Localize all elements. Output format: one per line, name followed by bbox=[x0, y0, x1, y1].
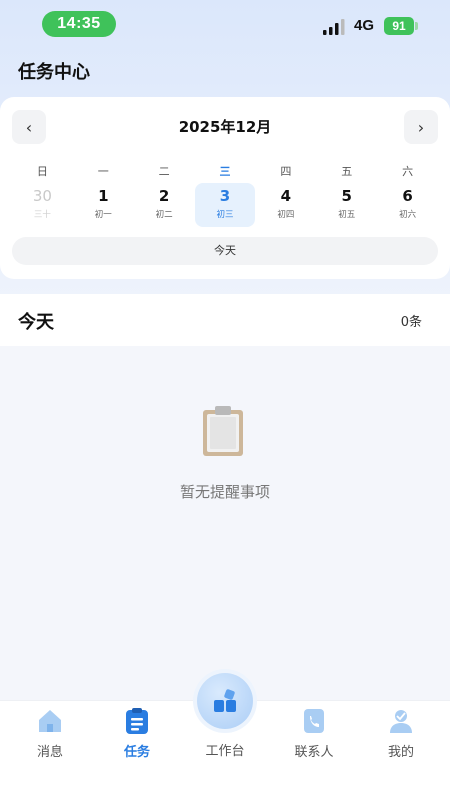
tab-tasks[interactable]: 任务 bbox=[92, 701, 182, 771]
weekday-sun: 日 bbox=[36, 165, 48, 178]
month-title: 2025年12月 bbox=[178, 118, 272, 136]
lunar-date: 初六 bbox=[399, 210, 417, 220]
calendar-day[interactable]: 4 初四 bbox=[255, 183, 316, 227]
day-number: 1 bbox=[98, 187, 109, 205]
battery-level: 91 bbox=[392, 19, 406, 33]
section-title: 今天 bbox=[18, 312, 54, 333]
page-title: 任务中心 bbox=[18, 62, 90, 83]
empty-state-text: 暂无提醒事项 bbox=[179, 483, 270, 501]
weekday-tue: 二 bbox=[158, 165, 170, 178]
calendar-day-selected[interactable]: 3 初三 bbox=[194, 183, 256, 227]
calendar-day[interactable]: 6 初六 bbox=[377, 183, 438, 227]
tab-label: 我的 bbox=[387, 745, 414, 760]
signal-icon bbox=[323, 19, 345, 35]
workbench-button[interactable] bbox=[197, 673, 253, 729]
lunar-date: 初五 bbox=[338, 210, 356, 220]
tab-contacts[interactable]: 联系人 bbox=[269, 701, 359, 771]
profile-icon bbox=[390, 710, 412, 733]
status-time: 14:35 bbox=[42, 11, 116, 37]
task-count: 0条 bbox=[400, 315, 422, 330]
day-number: 6 bbox=[402, 187, 413, 205]
day-number: 2 bbox=[158, 187, 170, 205]
empty-clipboard-icon bbox=[203, 406, 243, 456]
lunar-date: 初四 bbox=[277, 210, 295, 220]
weekday-thu: 四 bbox=[280, 165, 292, 178]
weekday-sat: 六 bbox=[402, 165, 414, 178]
tab-label: 消息 bbox=[36, 745, 63, 760]
battery-cap bbox=[415, 22, 418, 30]
chevron-right-icon: › bbox=[417, 117, 425, 137]
network-type: 4G bbox=[354, 17, 375, 34]
calendar-day[interactable]: 2 初二 bbox=[134, 183, 195, 227]
lunar-date: 初一 bbox=[94, 210, 112, 220]
lunar-date: 三十 bbox=[33, 210, 51, 220]
contacts-phone-icon bbox=[304, 709, 324, 733]
tab-profile[interactable]: 我的 bbox=[356, 701, 446, 771]
days-row: 30 三十 1 初一 2 初二 3 初三 4 初四 5 初五 6 初六 bbox=[12, 183, 438, 227]
weekday-wed: 三 bbox=[219, 165, 231, 178]
task-clipboard-icon bbox=[126, 708, 148, 734]
weekday-row: 日 一 二 三 四 五 六 bbox=[12, 163, 438, 179]
day-number: 5 bbox=[341, 187, 352, 205]
home-icon bbox=[39, 710, 61, 732]
calendar-card: ‹ 2025年12月 › 日 一 二 三 四 五 六 30 三十 1 初一 2 … bbox=[0, 97, 450, 279]
weekday-fri: 五 bbox=[341, 165, 353, 178]
tab-label-workbench: 工作台 bbox=[205, 744, 245, 759]
day-number: 4 bbox=[280, 187, 292, 205]
next-month-button[interactable]: › bbox=[404, 110, 438, 144]
calendar-day[interactable]: 5 初五 bbox=[316, 183, 377, 227]
lunar-date: 初三 bbox=[216, 210, 234, 220]
section-header: 今天 0条 bbox=[0, 294, 450, 346]
workbench-blocks-icon bbox=[214, 689, 236, 712]
calendar-day[interactable]: 1 初一 bbox=[73, 183, 134, 227]
weekday-mon: 一 bbox=[97, 165, 109, 178]
day-number: 3 bbox=[219, 187, 231, 205]
status-bar: 14:35 4G 91 bbox=[0, 0, 450, 46]
day-number: 30 bbox=[32, 187, 52, 205]
today-button[interactable]: 今天 bbox=[12, 237, 438, 265]
tab-label: 任务 bbox=[123, 745, 150, 760]
calendar-day[interactable]: 30 三十 bbox=[12, 183, 73, 227]
battery-icon: 91 bbox=[384, 17, 414, 35]
tab-label: 联系人 bbox=[294, 745, 334, 760]
lunar-date: 初二 bbox=[155, 210, 173, 220]
tab-messages[interactable]: 消息 bbox=[5, 701, 95, 771]
